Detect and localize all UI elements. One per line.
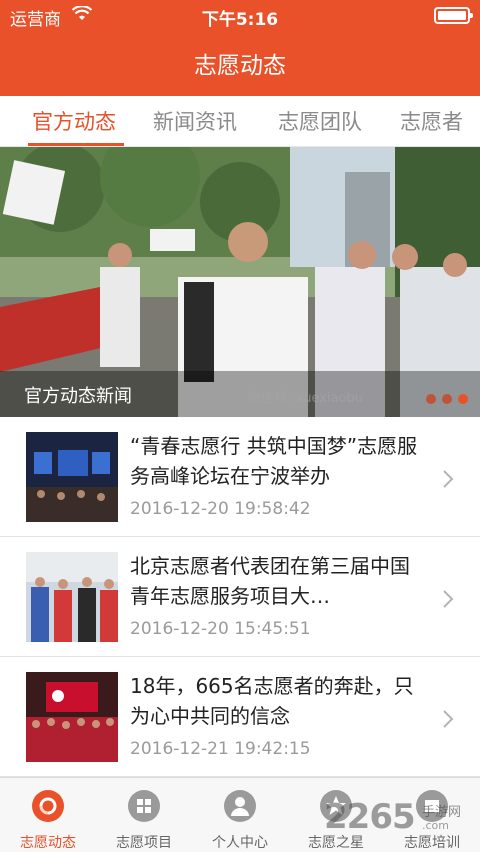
carousel-dot[interactable] <box>426 394 436 404</box>
chevron-right-icon <box>443 590 454 608</box>
nav-label: 志愿动态 <box>20 835 76 851</box>
status-bar: 运营商 下午5:16 <box>0 0 480 32</box>
chevron-right-icon <box>443 470 454 488</box>
refresh-circle-icon <box>32 790 64 822</box>
watermark-sub: 手游网 <box>422 805 462 820</box>
status-time: 下午5:16 <box>201 10 279 30</box>
banner-caption: 官方动态新闻 <box>24 386 132 407</box>
person-icon <box>224 790 256 822</box>
nav-label: 个人中心 <box>212 835 268 851</box>
news-item[interactable]: 北京志愿者代表团在第三届中国青年志愿服务项目大… 2016-12-20 15:4… <box>0 537 480 657</box>
page-title: 志愿动态 <box>194 53 286 79</box>
nav-volunteer-news[interactable]: 志愿动态 <box>0 778 96 852</box>
watermark-url: .com <box>422 819 449 832</box>
news-title: 18年，665名志愿者的奔赴，只为心中共同的信念 <box>130 674 414 728</box>
tab-official-news[interactable]: 官方动态 <box>32 106 116 136</box>
news-date: 2016-12-20 19:58:42 <box>130 499 311 519</box>
carousel-dot[interactable] <box>442 394 452 404</box>
active-tab-indicator <box>28 143 124 146</box>
carousel-dot-active[interactable] <box>458 394 468 404</box>
battery-icon <box>434 7 473 24</box>
news-thumbnail <box>26 432 118 522</box>
news-item[interactable]: 18年，665名志愿者的奔赴，只为心中共同的信念 2016-12-21 19:4… <box>0 657 480 777</box>
banner-caption-bar: 官方动态新闻 <box>0 371 480 417</box>
category-tabs: 官方动态 新闻资讯 志愿团队 志愿者 <box>0 96 480 147</box>
news-title: “青春志愿行 共筑中国梦”志愿服务高峰论坛在宁波举办 <box>130 434 418 488</box>
news-thumbnail <box>26 552 118 642</box>
tab-volunteer-team[interactable]: 志愿团队 <box>278 106 362 136</box>
nav-personal-center[interactable]: 个人中心 <box>192 778 288 852</box>
tab-volunteer[interactable]: 志愿者 <box>400 106 463 136</box>
carousel-indicators <box>420 389 468 408</box>
news-thumbnail <box>26 672 118 762</box>
banner-carousel[interactable]: 微信号: xuexiaobu 官方动态新闻 <box>0 147 480 417</box>
site-watermark: 2265 手游网 .com <box>324 795 474 845</box>
nav-volunteer-projects[interactable]: 志愿项目 <box>96 778 192 852</box>
news-date: 2016-12-20 15:45:51 <box>130 619 311 639</box>
news-date: 2016-12-21 19:42:15 <box>130 739 311 759</box>
news-title: 北京志愿者代表团在第三届中国青年志愿服务项目大… <box>130 554 410 608</box>
nav-label: 志愿项目 <box>116 835 172 851</box>
chevron-right-icon <box>443 710 454 728</box>
news-item[interactable]: “青春志愿行 共筑中国梦”志愿服务高峰论坛在宁波举办 2016-12-20 19… <box>0 417 480 537</box>
watermark-number: 2265 <box>324 797 416 837</box>
grid-icon <box>128 790 160 822</box>
tab-news-info[interactable]: 新闻资讯 <box>153 106 237 136</box>
app-header: 运营商 下午5:16 志愿动态 <box>0 0 480 96</box>
